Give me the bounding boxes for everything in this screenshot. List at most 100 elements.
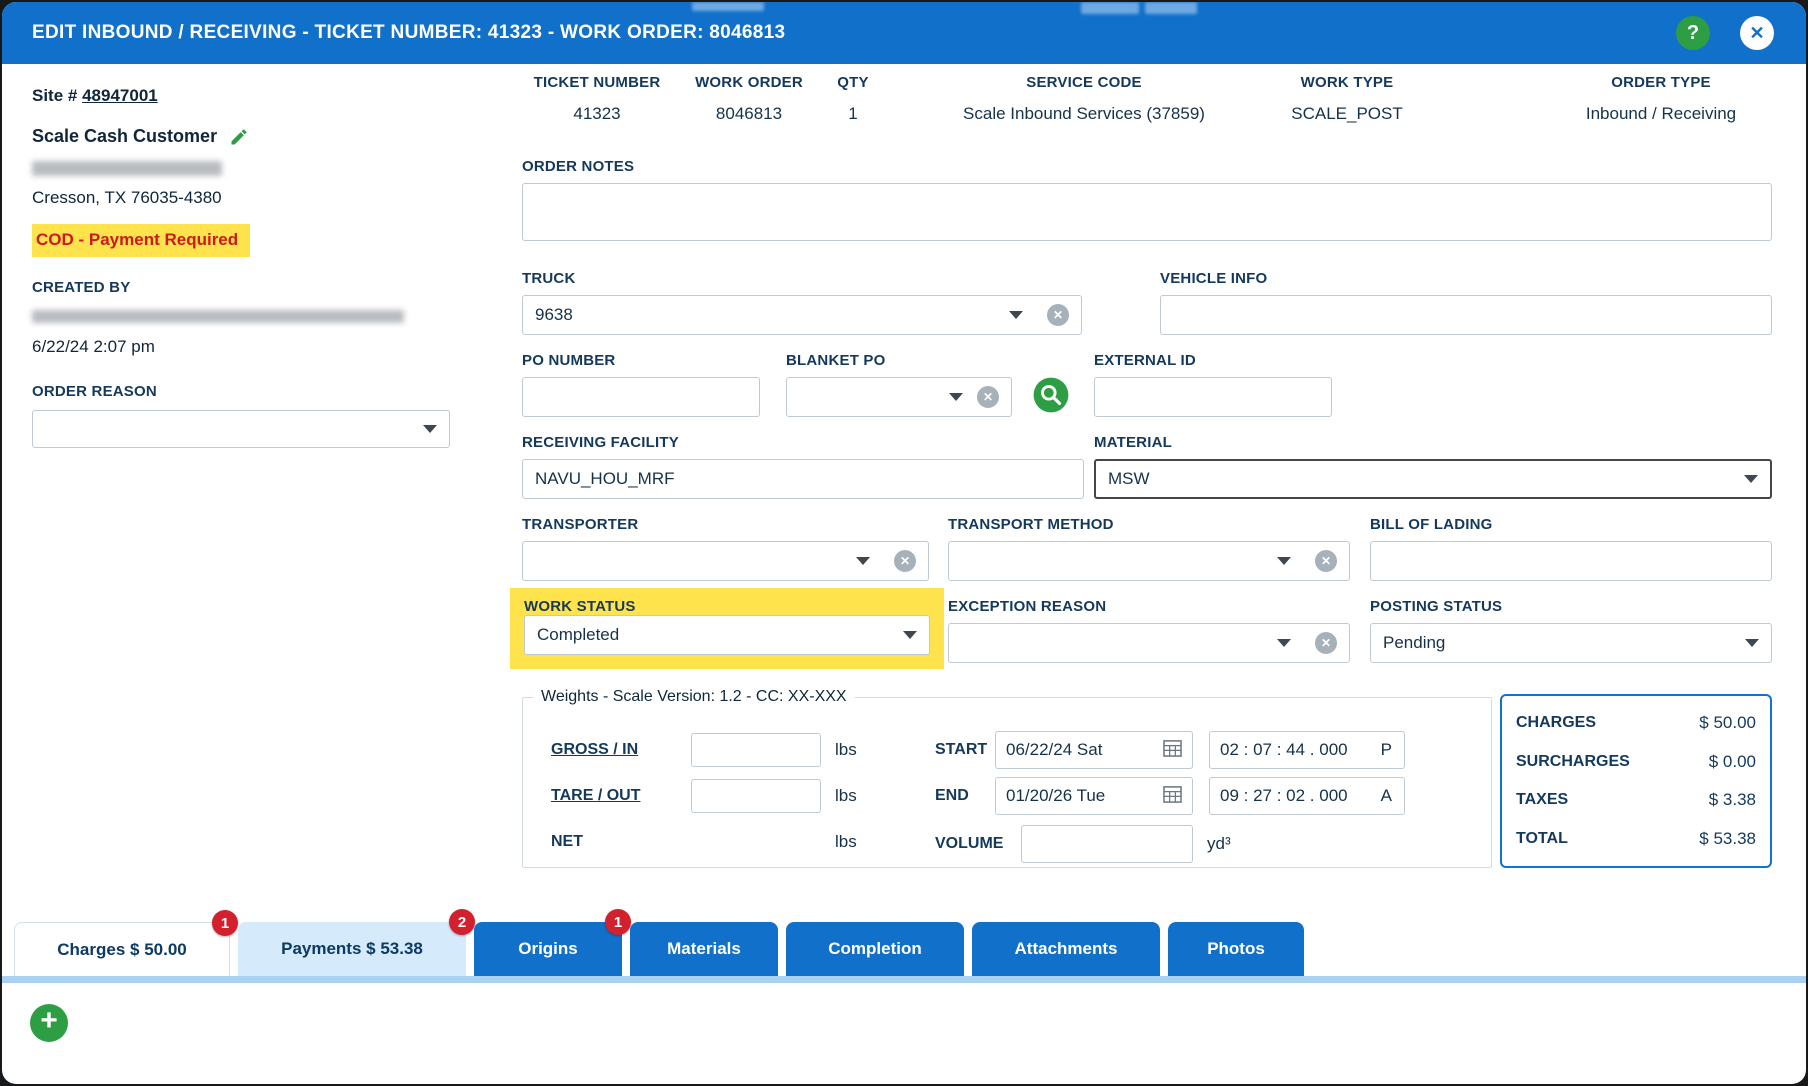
order-reason-select[interactable] <box>32 410 450 448</box>
calendar-icon[interactable] <box>1163 785 1182 808</box>
charges-row: CHARGES $ 50.00 <box>1516 704 1756 742</box>
receiving-facility-group: RECEIVING FACILITY <box>522 434 1084 499</box>
blanket-po-select[interactable]: ✕ <box>786 377 1012 417</box>
tab-origins[interactable]: Origins 1 <box>474 909 631 976</box>
chevron-down-icon <box>1277 639 1291 647</box>
chevron-down-icon <box>423 425 437 433</box>
tab-completion-label: Completion <box>828 939 922 958</box>
truck-select[interactable]: 9638 ✕ <box>522 295 1082 335</box>
summary-work-type: WORK TYPE SCALE_POST <box>1257 74 1437 124</box>
po-number-group: PO NUMBER <box>522 352 760 417</box>
taxes-row: TAXES $ 3.38 <box>1516 781 1756 819</box>
tab-materials[interactable]: Materials <box>630 922 778 976</box>
site-number-link[interactable]: 48947001 <box>82 86 158 105</box>
active-tab-strip <box>2 976 1806 983</box>
transporter-label: TRANSPORTER <box>522 516 639 533</box>
po-number-label: PO NUMBER <box>522 352 616 369</box>
tab-attachments[interactable]: Attachments <box>972 922 1160 976</box>
clear-transport-method-icon[interactable]: ✕ <box>1315 550 1337 572</box>
gross-in-input[interactable] <box>691 733 821 767</box>
volume-input[interactable] <box>1021 825 1193 863</box>
clear-truck-icon[interactable]: ✕ <box>1047 304 1069 326</box>
redacted-header-item <box>692 2 764 11</box>
material-select[interactable]: MSW <box>1094 459 1772 499</box>
posting-status-select[interactable]: Pending <box>1370 623 1772 663</box>
tab-completion[interactable]: Completion <box>786 922 964 976</box>
close-icon[interactable]: ✕ <box>1740 16 1774 50</box>
chevron-down-icon <box>1744 475 1758 483</box>
customer-name: Scale Cash Customer <box>32 126 218 146</box>
created-by-label: CREATED BY <box>32 279 131 296</box>
redacted-address-line <box>32 161 222 176</box>
order-notes-input[interactable] <box>522 183 1772 241</box>
end-time-value: 09 : 27 : 02 . 000 <box>1220 786 1348 805</box>
charges-summary-box: CHARGES $ 50.00 SURCHARGES $ 0.00 TAXES … <box>1500 694 1772 868</box>
tare-out-input[interactable] <box>691 779 821 813</box>
end-date-value: 01/20/26 Tue <box>1006 786 1106 805</box>
tab-origins-badge: 1 <box>605 909 631 935</box>
order-type-label: ORDER TYPE <box>1611 74 1711 91</box>
work-status-highlight: WORK STATUS Completed <box>510 588 944 669</box>
order-reason-label: ORDER REASON <box>32 383 157 400</box>
charges-label: CHARGES <box>1516 714 1597 731</box>
exception-reason-group: EXCEPTION REASON ✕ <box>948 598 1350 663</box>
created-at: 6/22/24 2:07 pm <box>32 337 155 356</box>
work-status-value: Completed <box>537 625 620 644</box>
start-meridiem: P <box>1380 740 1392 759</box>
clear-blanket-po-icon[interactable]: ✕ <box>977 386 999 408</box>
calendar-icon[interactable] <box>1163 739 1182 762</box>
tab-charges[interactable]: Charges $ 50.00 1 <box>14 910 238 976</box>
taxes-value: $ 3.38 <box>1708 790 1756 810</box>
tab-payments-badge: 2 <box>449 909 475 935</box>
help-button[interactable]: ? <box>1676 16 1710 50</box>
redacted-header-item <box>1145 2 1197 14</box>
transport-method-select[interactable]: ✕ <box>948 541 1350 581</box>
posting-status-value: Pending <box>1383 633 1446 652</box>
gross-in-label: GROSS / IN <box>551 741 639 758</box>
start-date-input[interactable]: 06/22/24 Sat <box>995 731 1193 769</box>
clear-exception-reason-icon[interactable]: ✕ <box>1315 632 1337 654</box>
chevron-down-icon <box>1745 639 1759 647</box>
chevron-down-icon <box>1277 557 1291 565</box>
end-meridiem: A <box>1380 786 1392 805</box>
search-blanket-po-icon[interactable] <box>1032 376 1070 414</box>
tab-bar: Charges $ 50.00 1 Payments $ 53.38 2 Ori… <box>14 909 1304 976</box>
exception-reason-select[interactable]: ✕ <box>948 623 1350 663</box>
bill-of-lading-label: BILL OF LADING <box>1370 516 1493 533</box>
bill-of-lading-group: BILL OF LADING <box>1370 516 1772 581</box>
order-form: TICKET NUMBER 41323 WORK ORDER 8046813 Q… <box>510 74 1772 884</box>
vehicle-info-input[interactable] <box>1160 295 1772 335</box>
clear-transporter-icon[interactable]: ✕ <box>894 550 916 572</box>
add-payment-button[interactable]: + <box>30 1004 68 1042</box>
receiving-facility-input[interactable] <box>522 459 1084 499</box>
dialog-titlebar: EDIT INBOUND / RECEIVING - TICKET NUMBER… <box>2 2 1806 64</box>
service-code-label: SERVICE CODE <box>1026 74 1142 91</box>
material-group: MATERIAL MSW <box>1094 434 1772 499</box>
cod-payment-notice: COD - Payment Required <box>32 224 251 257</box>
surcharges-value: $ 0.00 <box>1708 751 1756 771</box>
bill-of-lading-input[interactable] <box>1370 541 1772 581</box>
tab-charges-label: Charges $ 50.00 <box>57 939 187 959</box>
total-value: $ 53.38 <box>1699 828 1756 848</box>
transporter-select[interactable]: ✕ <box>522 541 929 581</box>
start-time-input[interactable]: 02 : 07 : 44 . 000 P <box>1209 731 1405 769</box>
po-number-input[interactable] <box>522 377 760 417</box>
edit-customer-pencil-icon[interactable] <box>229 127 249 147</box>
redacted-header-item <box>1081 2 1139 14</box>
service-code-value: Scale Inbound Services (37859) <box>963 104 1205 123</box>
edit-inbound-dialog: EDIT INBOUND / RECEIVING - TICKET NUMBER… <box>2 2 1806 1084</box>
gross-unit: lbs <box>835 740 857 759</box>
external-id-input[interactable] <box>1094 377 1332 417</box>
posting-status-label: POSTING STATUS <box>1370 598 1503 615</box>
external-id-group: EXTERNAL ID <box>1094 352 1332 417</box>
work-order-label: WORK ORDER <box>695 74 803 91</box>
tab-photos[interactable]: Photos <box>1168 922 1304 976</box>
tab-payments-label: Payments $ 53.38 <box>281 939 423 958</box>
tab-payments[interactable]: Payments $ 53.38 2 <box>238 909 475 976</box>
work-status-select[interactable]: Completed <box>524 615 930 655</box>
site-number-line: Site # 48947001 <box>32 86 497 106</box>
end-date-input[interactable]: 01/20/26 Tue <box>995 777 1193 815</box>
blanket-po-group: BLANKET PO ✕ <box>786 352 1012 417</box>
end-time-input[interactable]: 09 : 27 : 02 . 000 A <box>1209 777 1405 815</box>
work-order-value: 8046813 <box>715 104 783 123</box>
